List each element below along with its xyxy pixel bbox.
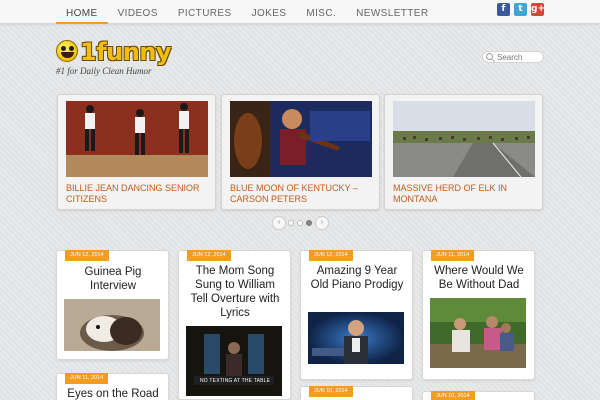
nav-item-home[interactable]: HOME [56, 0, 108, 24]
post-title[interactable]: The Mom Song Sung to William Tell Overtu… [185, 264, 285, 320]
post-date-badge: JUN 10, 2014 [309, 386, 353, 397]
post-card-eyes-on-road[interactable]: JUN 11, 2014 Eyes on the Road [56, 373, 169, 400]
post-card[interactable]: JUN 10, 2014 [300, 386, 413, 400]
post-video-thumbnail[interactable] [430, 298, 526, 368]
slider-next-button[interactable]: › [315, 216, 329, 230]
search-icon [486, 53, 493, 60]
post-video-thumbnail[interactable]: NO TEXTING AT THE TABLE [186, 326, 282, 396]
post-card[interactable]: JUN 10, 2014 [422, 391, 535, 400]
slider-dot-1[interactable] [288, 220, 294, 226]
slider-prev-button[interactable]: ‹ [272, 216, 286, 230]
slide-caption[interactable]: BLUE MOON OF KENTUCKY – CARSON PETERS [230, 183, 376, 205]
slide-thumbnail[interactable] [230, 101, 372, 177]
slide-blue-moon[interactable]: BLUE MOON OF KENTUCKY – CARSON PETERS [221, 94, 380, 210]
slide-caption[interactable]: BILLIE JEAN DANCING SENIOR CITIZENS [66, 183, 212, 205]
facebook-icon[interactable]: f [497, 3, 510, 16]
post-video-thumbnail[interactable] [308, 312, 404, 364]
post-date-badge: JUN 12, 2014 [309, 250, 353, 261]
post-card-without-dad[interactable]: JUN 11, 2014 Where Would We Be Without D… [422, 250, 535, 380]
nav-item-videos[interactable]: VIDEOS [108, 0, 168, 24]
post-video-thumbnail[interactable] [64, 299, 160, 351]
slide-caption[interactable]: MASSIVE HERD OF ELK IN MONTANA [393, 183, 539, 205]
post-date-badge: JUN 11, 2014 [65, 373, 109, 384]
nav-item-newsletter[interactable]: NEWSLETTER [346, 0, 438, 24]
nav-item-jokes[interactable]: JOKES [242, 0, 297, 24]
nav-item-pictures[interactable]: PICTURES [168, 0, 242, 24]
slider-pager: ‹ › [272, 216, 329, 230]
smiley-face-icon [56, 40, 78, 62]
site-tagline: #1 for Daily Clean Humor [56, 66, 152, 76]
post-card-guinea-pig[interactable]: JUN 12, 2014 Guinea Pig Interview [56, 250, 169, 360]
nav-item-misc[interactable]: MISC. [296, 0, 346, 24]
post-title[interactable]: Where Would We Be Without Dad [429, 264, 529, 292]
post-title[interactable]: Amazing 9 Year Old Piano Prodigy [307, 264, 407, 292]
slide-billie-jean[interactable]: BILLIE JEAN DANCING SENIOR CITIZENS [57, 94, 216, 210]
post-date-badge: JUN 12, 2014 [187, 250, 231, 261]
slide-elk-herd[interactable]: MASSIVE HERD OF ELK IN MONTANA [384, 94, 543, 210]
post-date-badge: JUN 10, 2014 [431, 391, 475, 400]
social-links: f t g+ [497, 3, 545, 16]
main-nav: HOME VIDEOS PICTURES JOKES MISC. NEWSLET… [56, 0, 439, 24]
slider-dot-3[interactable] [306, 220, 312, 226]
post-date-badge: JUN 11, 2014 [431, 250, 475, 261]
logo-wordmark: 1funny [80, 38, 172, 66]
post-card-mom-song[interactable]: JUN 12, 2014 The Mom Song Sung to Willia… [178, 250, 291, 400]
featured-slider: BILLIE JEAN DANCING SENIOR CITIZENS BLUE… [56, 94, 544, 210]
post-card-piano-prodigy[interactable]: JUN 12, 2014 Amazing 9 Year Old Piano Pr… [300, 250, 413, 380]
slide-thumbnail[interactable] [393, 101, 535, 177]
twitter-icon[interactable]: t [514, 3, 527, 16]
post-date-badge: JUN 12, 2014 [65, 250, 109, 261]
slide-thumbnail[interactable] [66, 101, 208, 177]
top-nav-bar: HOME VIDEOS PICTURES JOKES MISC. NEWSLET… [0, 0, 600, 24]
post-title[interactable]: Eyes on the Road [63, 387, 163, 400]
google-plus-icon[interactable]: g+ [531, 3, 545, 16]
video-overlay-text: NO TEXTING AT THE TABLE [200, 378, 271, 384]
post-title[interactable]: Guinea Pig Interview [63, 265, 163, 293]
slider-dot-2[interactable] [297, 220, 303, 226]
